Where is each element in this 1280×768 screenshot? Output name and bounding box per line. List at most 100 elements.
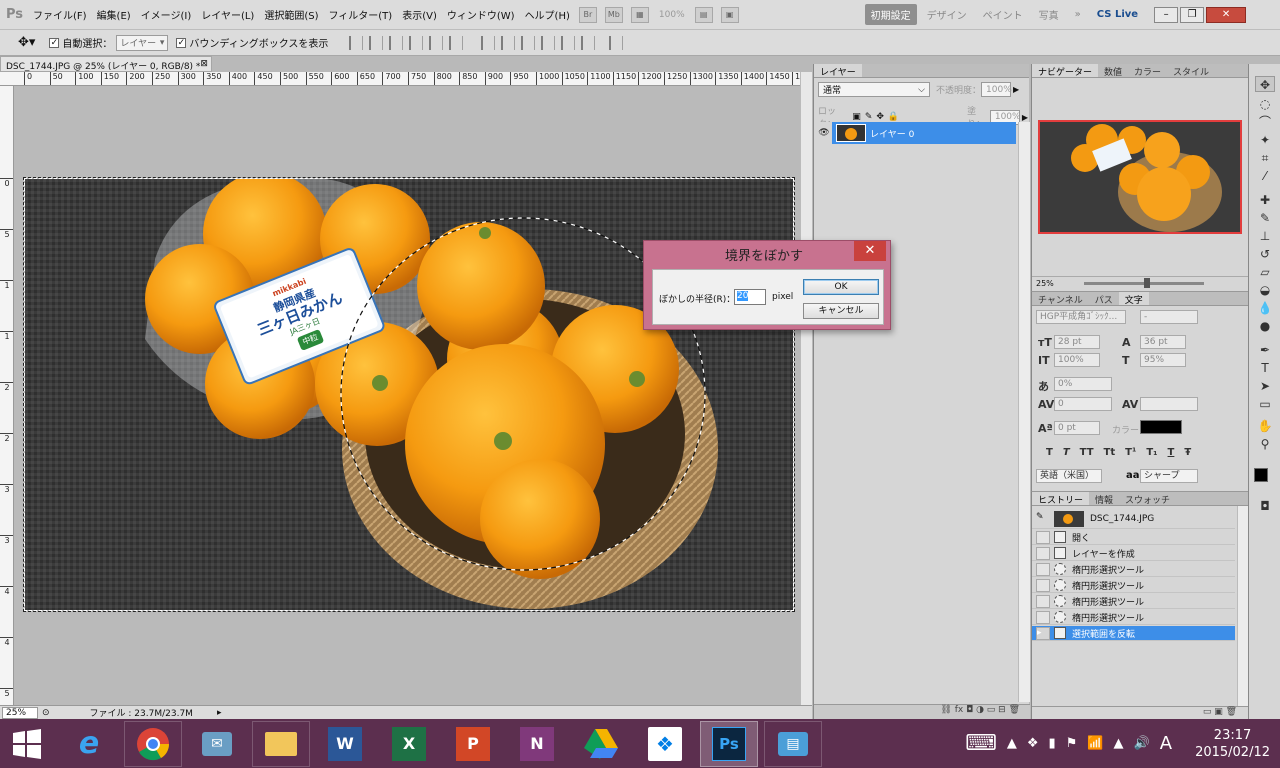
move-tool-icon[interactable]: ✥ [1255, 76, 1275, 92]
history-step[interactable]: 楕円形選択ツール [1032, 610, 1235, 625]
shape-tool-icon[interactable]: ▭ [1255, 396, 1275, 412]
move-tool-icon[interactable]: ✥▾ [18, 35, 35, 50]
bounding-box-checkbox[interactable]: ✓ [176, 37, 187, 48]
menu-file[interactable]: ファイル(F) [28, 7, 92, 22]
history-step[interactable]: レイヤーを作成 [1032, 546, 1235, 561]
leading-input[interactable]: 36 pt [1140, 335, 1186, 349]
close-document-icon[interactable]: ⊠ [200, 59, 208, 69]
menu-view[interactable]: 表示(V) [397, 7, 442, 22]
distribute-left-icon[interactable] [541, 35, 556, 50]
layer-row[interactable]: 👁 レイヤー 0 [816, 122, 1016, 144]
healing-brush-tool-icon[interactable]: ✚ [1255, 192, 1275, 208]
tab-styles[interactable]: スタイル [1167, 64, 1215, 78]
ime-mode[interactable]: A [1160, 733, 1172, 754]
auto-select-dropdown[interactable]: レイヤー ▾ [116, 34, 169, 51]
lock-position-icon[interactable]: ✥ [876, 112, 884, 122]
zoom-level[interactable]: 100% [659, 10, 685, 20]
zoom-input[interactable]: 25% [2, 706, 38, 719]
taskbar-internet-explorer[interactable]: e [60, 721, 118, 767]
tab-color[interactable]: カラー [1128, 64, 1167, 78]
stamp-tool-icon[interactable]: ⊥ [1255, 228, 1275, 244]
layer-name[interactable]: レイヤー 0 [870, 127, 914, 140]
eraser-tool-icon[interactable]: ▱ [1255, 264, 1275, 280]
foreground-color-swatch[interactable] [1254, 468, 1268, 482]
blend-mode-select[interactable]: 通常 ⌵ [818, 82, 930, 97]
menu-filter[interactable]: フィルター(T) [323, 7, 397, 22]
all-caps-button[interactable]: TT [1080, 447, 1094, 458]
menu-edit[interactable]: 編集(E) [92, 7, 136, 22]
document-tab[interactable]: DSC_1744.JPG @ 25% (レイヤー 0, RGB/8) * ⊠ [0, 56, 212, 72]
screen-mode-icon[interactable]: ▣ [720, 6, 739, 23]
quick-select-tool-icon[interactable]: ✦ [1255, 132, 1275, 148]
history-step[interactable]: 楕円形選択ツール [1032, 578, 1235, 593]
tab-channels[interactable]: チャンネル [1032, 292, 1089, 306]
faux-bold-button[interactable]: T [1046, 447, 1053, 458]
crop-tool-icon[interactable]: ⌗ [1255, 150, 1275, 166]
history-footer-icons[interactable]: ▭ ▣ 🗑 [1032, 706, 1249, 720]
status-options-icon[interactable]: ⊙ [42, 708, 50, 718]
dodge-tool-icon[interactable]: ● [1255, 318, 1275, 334]
horizontal-scale-input[interactable]: 95% [1140, 353, 1186, 367]
network-signal-icon[interactable]: 📶 [1087, 736, 1103, 751]
distribute-vcenter-icon[interactable] [501, 35, 516, 50]
menu-window[interactable]: ウィンドウ(W) [442, 7, 520, 22]
navigator-preview[interactable] [1038, 120, 1242, 234]
navigator-zoom[interactable]: 25% [1036, 279, 1054, 288]
view-extras-icon[interactable]: ▦ [630, 6, 649, 23]
minimize-button[interactable]: – [1154, 6, 1179, 23]
taskbar-excel[interactable]: X [380, 721, 438, 767]
auto-align-icon[interactable] [609, 35, 624, 50]
align-vcenter-icon[interactable] [369, 35, 384, 50]
arrange-documents-icon[interactable]: ▤ [694, 6, 713, 23]
status-menu-icon[interactable]: ▸ [217, 708, 222, 718]
tab-info2[interactable]: 情報 [1089, 492, 1119, 506]
ok-button[interactable]: OK [803, 279, 879, 295]
canvas-vertical-scrollbar[interactable] [800, 72, 812, 705]
menu-select[interactable]: 選択範囲(S) [259, 7, 323, 22]
lock-all-icon[interactable]: 🔒 [888, 112, 899, 122]
dropbox-tray-icon[interactable]: ❖ [1027, 736, 1039, 751]
workspace-essentials[interactable]: 初期設定 [864, 4, 917, 25]
auto-select-checkbox[interactable]: ✓ [49, 37, 60, 48]
layers-scrollbar[interactable] [1018, 122, 1030, 702]
opacity-arrow-icon[interactable]: ▶ [1013, 85, 1019, 94]
blur-tool-icon[interactable]: 💧 [1255, 300, 1275, 316]
fill-arrow-icon[interactable]: ▶ [1022, 113, 1028, 122]
baseline-shift-input[interactable]: 0 pt [1054, 421, 1100, 435]
cs-live-button[interactable]: CS Live [1097, 9, 1138, 20]
vertical-scale-input[interactable]: 100% [1054, 353, 1100, 367]
lasso-tool-icon[interactable]: ⌒ [1255, 114, 1275, 130]
distribute-top-icon[interactable] [481, 35, 496, 50]
align-left-icon[interactable] [409, 35, 424, 50]
font-family-select[interactable]: HGP平成角ｺﾞｼｯｸ... [1036, 310, 1126, 324]
taskbar-onenote[interactable]: N [508, 721, 566, 767]
lock-transparency-icon[interactable]: ▣ [852, 112, 861, 122]
subscript-button[interactable]: T₁ [1146, 447, 1157, 458]
strikethrough-button[interactable]: Ŧ [1184, 447, 1191, 458]
menu-image[interactable]: イメージ(I) [136, 7, 197, 22]
workspace-painting[interactable]: ペイント [977, 4, 1029, 25]
taskbar-file-explorer[interactable] [252, 720, 310, 767]
distribute-hcenter-icon[interactable] [561, 35, 576, 50]
paint-bucket-tool-icon[interactable]: ◒ [1255, 282, 1275, 298]
navigator-zoom-slider[interactable] [1083, 278, 1204, 288]
path-select-tool-icon[interactable]: ➤ [1255, 378, 1275, 394]
brush-tool-icon[interactable]: ✎ [1255, 210, 1275, 226]
menu-layer[interactable]: レイヤー(L) [196, 7, 259, 22]
align-right-icon[interactable] [449, 35, 464, 50]
taskbar-word[interactable]: W [316, 721, 374, 767]
tab-history[interactable]: ヒストリー [1032, 492, 1090, 506]
minibridge-icon[interactable]: Mb [604, 6, 623, 23]
history-snapshot[interactable]: ✎ DSC_1744.JPG [1032, 509, 1235, 529]
workspace-photography[interactable]: 写真 [1033, 4, 1065, 25]
distribute-right-icon[interactable] [581, 35, 596, 50]
opacity-input[interactable]: 100% [981, 82, 1012, 97]
tab-character[interactable]: 文字 [1118, 292, 1149, 306]
touch-keyboard-icon[interactable]: ⌨ [965, 731, 997, 756]
battery-icon[interactable]: ▮ [1049, 736, 1056, 751]
taskbar-chrome[interactable] [124, 720, 182, 767]
history-step[interactable]: 開く [1032, 530, 1235, 545]
distribute-bottom-icon[interactable] [521, 35, 536, 50]
quick-mask-icon[interactable]: ◘ [1255, 498, 1275, 514]
type-tool-icon[interactable]: T [1255, 360, 1275, 376]
